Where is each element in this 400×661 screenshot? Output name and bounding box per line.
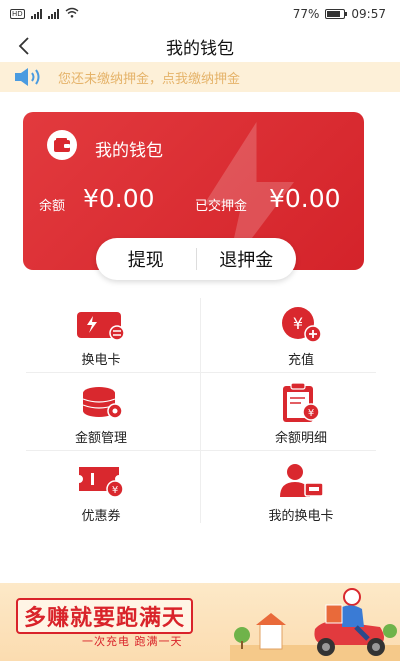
grid-item-label: 我的换电卡 — [268, 509, 334, 524]
svg-text:¥: ¥ — [308, 408, 314, 419]
battery-icon — [325, 9, 348, 19]
battery-card-icon — [75, 304, 127, 346]
nav-bar: 我的钱包 — [0, 28, 400, 64]
grid-item-recharge[interactable]: ¥ 充值 — [226, 304, 376, 379]
deposit-notice[interactable]: 您还未缴纳押金，点我缴纳押金 — [0, 62, 400, 92]
svg-text:¥: ¥ — [112, 485, 118, 496]
wallet-actions: 提现 退押金 — [96, 238, 296, 280]
wifi-icon — [65, 7, 79, 21]
scooter-rider-illustration — [230, 588, 400, 661]
page-title: 我的钱包 — [166, 38, 234, 59]
banner-subtitle: 一次充电 跑满一天 — [82, 635, 183, 648]
signal-2-icon — [47, 9, 59, 19]
user-card-icon — [275, 460, 327, 502]
grid-divider — [200, 298, 201, 523]
banner-headline: 多赚就要跑满天 — [16, 598, 194, 634]
deposit-value: ¥0.00 — [269, 184, 341, 213]
notice-text: 您还未缴纳押金，点我缴纳押金 — [58, 71, 241, 87]
grid-item-battery-card[interactable]: 换电卡 — [26, 304, 176, 379]
back-button[interactable] — [12, 33, 36, 59]
promo-banner[interactable]: 多赚就要跑满天 一次充电 跑满一天 — [0, 583, 400, 661]
grid-item-label: 优惠券 — [81, 509, 121, 524]
wallet-card-title: 我的钱包 — [95, 141, 163, 161]
grid-item-label: 充值 — [287, 353, 314, 368]
grid-item-my-battery-card[interactable]: 我的换电卡 — [226, 460, 376, 535]
svg-text:¥: ¥ — [293, 314, 303, 333]
feature-grid: 换电卡 ¥ 充值 金额管理 ¥ 余额明细 ¥ 优惠券 我的换电卡 — [0, 298, 400, 528]
chevron-left-icon — [18, 37, 29, 55]
status-right: 77% 09:57 — [293, 7, 386, 21]
balance-label: 余额 — [39, 199, 66, 214]
speaker-icon — [12, 65, 44, 89]
signal-icon — [30, 9, 42, 19]
coupon-icon: ¥ — [75, 460, 127, 502]
grid-item-amount-management[interactable]: 金额管理 — [26, 382, 176, 457]
hd-badge: HD — [10, 9, 25, 19]
withdraw-button[interactable]: 提现 — [96, 246, 196, 272]
deposit-label: 已交押金 — [195, 199, 248, 214]
battery-percent: 77% — [292, 7, 320, 21]
wallet-icon — [47, 130, 77, 160]
refund-deposit-button[interactable]: 退押金 — [197, 246, 297, 272]
grid-item-label: 换电卡 — [81, 353, 121, 368]
balance-value: ¥0.00 — [83, 184, 155, 213]
grid-item-coupon[interactable]: ¥ 优惠券 — [26, 460, 176, 535]
clipboard-icon: ¥ — [275, 382, 327, 424]
status-left: HD — [10, 7, 79, 21]
status-bar: HD 77% 09:57 — [0, 0, 400, 28]
grid-item-label: 余额明细 — [274, 431, 327, 446]
recharge-icon: ¥ — [275, 304, 327, 346]
grid-item-label: 金额管理 — [74, 431, 127, 446]
grid-item-balance-details[interactable]: ¥ 余额明细 — [226, 382, 376, 457]
clock: 09:57 — [351, 7, 386, 21]
coins-icon — [75, 382, 127, 424]
